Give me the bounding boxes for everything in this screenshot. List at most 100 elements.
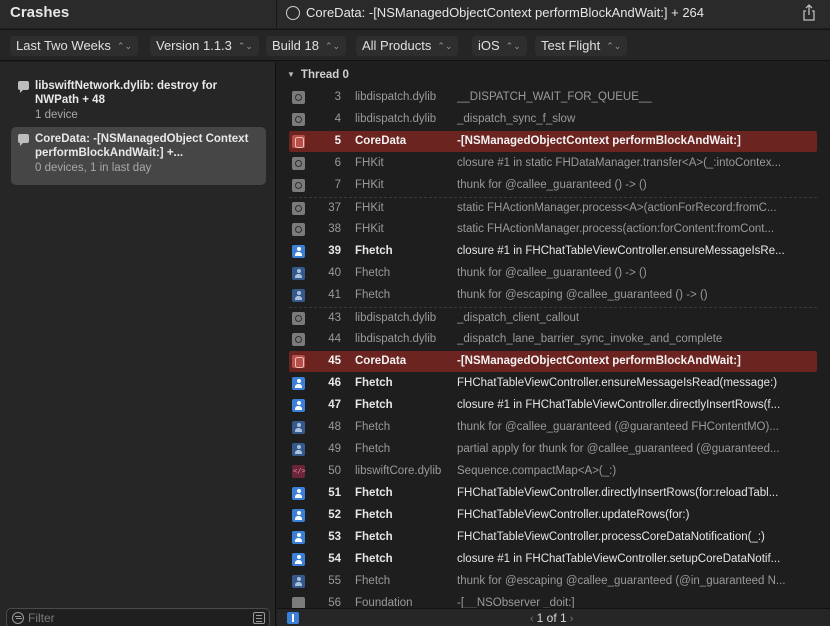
filter-platform[interactable]: iOS ⌃⌄ bbox=[472, 36, 527, 56]
stack-frame-row[interactable]: 51 Fhetch FHChatTableViewController.direct… bbox=[289, 483, 817, 504]
filter-build[interactable]: Build 18 ⌃⌄ bbox=[266, 36, 347, 56]
frame-symbol: thunk for @escaping @callee_guaranteed (… bbox=[457, 575, 786, 587]
stack-frame-row[interactable]: 39 Fhetch closure #1 in FHChatTableViewCon… bbox=[289, 241, 817, 262]
user-icon bbox=[292, 245, 305, 258]
crash-item-meta: 1 device bbox=[35, 109, 78, 121]
speech-bubble-icon bbox=[18, 81, 29, 93]
prev-page-icon[interactable]: ‹ bbox=[527, 613, 537, 625]
gear-icon bbox=[292, 179, 305, 192]
frame-symbol: -[__NSObserver _doit:] bbox=[457, 597, 575, 608]
stack-frame-row[interactable]: 5 CoreData -[NSManagedObjectContext perfor… bbox=[289, 131, 817, 152]
user-icon bbox=[292, 443, 305, 456]
stack-frame-row[interactable]: 40 Fhetch thunk for @callee_guaranteed () … bbox=[289, 263, 817, 284]
frame-library: libdispatch.dylib bbox=[355, 91, 437, 103]
stack-frame-row[interactable]: 56 Foundation -[__NSObserver _doit:] bbox=[289, 593, 817, 608]
filter-icon bbox=[12, 612, 24, 624]
frame-number: 48 bbox=[328, 421, 341, 433]
stack-frame-row[interactable]: 52 Fhetch FHChatTableViewController.update… bbox=[289, 505, 817, 526]
stack-frame-row[interactable]: 6 FHKit closure #1 in static FHDataManager… bbox=[289, 153, 817, 174]
stack-frame-row[interactable]: 4 libdispatch.dylib _dispatch_sync_f_slow bbox=[289, 109, 817, 130]
stack-frame-row[interactable]: 47 Fhetch closure #1 in FHChatTableViewCon… bbox=[289, 395, 817, 416]
frame-library: FHKit bbox=[355, 157, 384, 169]
stack-frame-row[interactable]: 53 Fhetch FHChatTableViewController.proces… bbox=[289, 527, 817, 548]
crash-title: CoreData: -[NSManagedObjectContext perfo… bbox=[306, 5, 705, 20]
speech-bubble-icon bbox=[18, 134, 29, 146]
stack-frame-row[interactable]: 45 CoreData -[NSManagedObjectContext perfo… bbox=[289, 351, 817, 372]
framework-icon bbox=[292, 597, 305, 608]
frame-library: Fhetch bbox=[355, 487, 393, 499]
chevron-updown-icon: ⌃⌄ bbox=[437, 41, 453, 51]
frame-number: 54 bbox=[328, 553, 341, 565]
frame-library: Fhetch bbox=[355, 531, 393, 543]
chevron-updown-icon: ⌃⌄ bbox=[237, 41, 253, 51]
stack-frame-row[interactable]: 44 libdispatch.dylib _dispatch_lane_barrie… bbox=[289, 329, 817, 350]
frame-number: 37 bbox=[328, 202, 341, 214]
crash-list-item-selected[interactable]: CoreData: -[NSManagedObject Context perf… bbox=[11, 127, 266, 185]
frame-symbol: closure #1 in FHChatTableViewController.… bbox=[457, 553, 781, 565]
user-icon bbox=[292, 289, 305, 302]
database-icon bbox=[292, 135, 305, 148]
frame-symbol: -[NSManagedObjectContext performBlockAnd… bbox=[457, 355, 741, 367]
gear-icon bbox=[292, 202, 305, 215]
user-icon bbox=[292, 575, 305, 588]
frame-library: Fhetch bbox=[355, 575, 391, 587]
title-divider bbox=[276, 0, 277, 28]
filter-time-range[interactable]: Last Two Weeks ⌃⌄ bbox=[10, 36, 138, 56]
frame-number: 39 bbox=[328, 245, 341, 257]
user-icon bbox=[292, 421, 305, 434]
frame-number: 52 bbox=[328, 509, 341, 521]
crash-list-item[interactable]: libswiftNetwork.dylib: destroy for NWPat… bbox=[11, 74, 266, 127]
frame-number: 45 bbox=[328, 355, 341, 367]
filter-products[interactable]: All Products ⌃⌄ bbox=[356, 36, 459, 56]
share-icon[interactable] bbox=[802, 4, 816, 22]
frame-number: 43 bbox=[328, 312, 341, 324]
stack-frame-row[interactable]: 50 libswiftCore.dylib Sequence.compactMap<… bbox=[289, 461, 817, 482]
toggle-frames-icon[interactable] bbox=[287, 612, 299, 624]
stack-frame-row[interactable]: 46 Fhetch FHChatTableViewController.ensure… bbox=[289, 373, 817, 394]
backtrace-panel: ▼ Thread 0 3 libdispatch.dylib __DISPATCH_W… bbox=[277, 62, 830, 608]
filter-input[interactable] bbox=[28, 610, 248, 626]
stack-frame-row[interactable]: 37 FHKit static FHActionManager.process<A>… bbox=[289, 197, 817, 218]
frame-number: 5 bbox=[334, 135, 341, 147]
database-icon bbox=[292, 355, 305, 368]
filter-distribution[interactable]: Test Flight ⌃⌄ bbox=[535, 36, 628, 56]
disclosure-triangle-icon[interactable]: ▼ bbox=[287, 70, 295, 79]
sidebar-title: Crashes bbox=[10, 4, 70, 21]
filter-products-label: All Products bbox=[362, 38, 432, 53]
frame-number: 50 bbox=[328, 465, 341, 477]
stack-frame-row[interactable]: 38 FHKit static FHActionManager.process(ac… bbox=[289, 219, 817, 240]
filter-version[interactable]: Version 1.1.3 ⌃⌄ bbox=[150, 36, 259, 56]
frame-library: Fhetch bbox=[355, 443, 391, 455]
list-options-icon[interactable] bbox=[253, 612, 265, 624]
stack-frame-row[interactable]: 48 Fhetch thunk for @callee_guaranteed (@g… bbox=[289, 417, 817, 438]
stack-frame-row[interactable]: 43 libdispatch.dylib _dispatch_client_call… bbox=[289, 307, 817, 328]
status-circle-icon[interactable] bbox=[286, 6, 300, 20]
stack-frame-row[interactable]: 55 Fhetch thunk for @escaping @callee_guar… bbox=[289, 571, 817, 592]
crash-item-name: CoreData: -[NSManagedObject Context perf… bbox=[35, 133, 249, 159]
frame-number: 38 bbox=[328, 223, 341, 235]
stack-frame-row[interactable]: 41 Fhetch thunk for @escaping @callee_guar… bbox=[289, 285, 817, 306]
user-icon bbox=[292, 553, 305, 566]
next-page-icon[interactable]: › bbox=[567, 613, 577, 625]
stack-frame-row[interactable]: 7 FHKit thunk for @callee_guaranteed () ->… bbox=[289, 175, 817, 196]
user-icon bbox=[292, 267, 305, 280]
frame-symbol: __DISPATCH_WAIT_FOR_QUEUE__ bbox=[457, 91, 652, 103]
frame-symbol: Sequence.compactMap<A>(_:) bbox=[457, 465, 617, 477]
stack-frame-row[interactable]: 3 libdispatch.dylib __DISPATCH_WAIT_FOR_QU… bbox=[289, 87, 817, 108]
gear-icon bbox=[292, 157, 305, 170]
frame-symbol: _dispatch_client_callout bbox=[457, 312, 580, 324]
frame-symbol: _dispatch_sync_f_slow bbox=[457, 113, 576, 125]
user-icon bbox=[292, 487, 305, 500]
frame-library: Fhetch bbox=[355, 377, 393, 389]
chevron-updown-icon: ⌃⌄ bbox=[505, 41, 521, 51]
stack-frame-row[interactable]: 49 Fhetch partial apply for thunk for @cal… bbox=[289, 439, 817, 460]
gear-icon bbox=[292, 312, 305, 325]
frame-symbol: _dispatch_lane_barrier_sync_invoke_and_c… bbox=[457, 333, 723, 345]
title-bar: Crashes CoreData: -[NSManagedObjectConte… bbox=[0, 0, 830, 28]
stack-frame-row[interactable]: 54 Fhetch closure #1 in FHChatTableViewCon… bbox=[289, 549, 817, 570]
frame-library: Foundation bbox=[355, 597, 413, 608]
gear-icon bbox=[292, 113, 305, 126]
frame-symbol: FHChatTableViewController.directlyInsert… bbox=[457, 487, 779, 499]
frame-number: 49 bbox=[328, 443, 341, 455]
thread-header[interactable]: ▼ Thread 0 bbox=[287, 69, 349, 81]
